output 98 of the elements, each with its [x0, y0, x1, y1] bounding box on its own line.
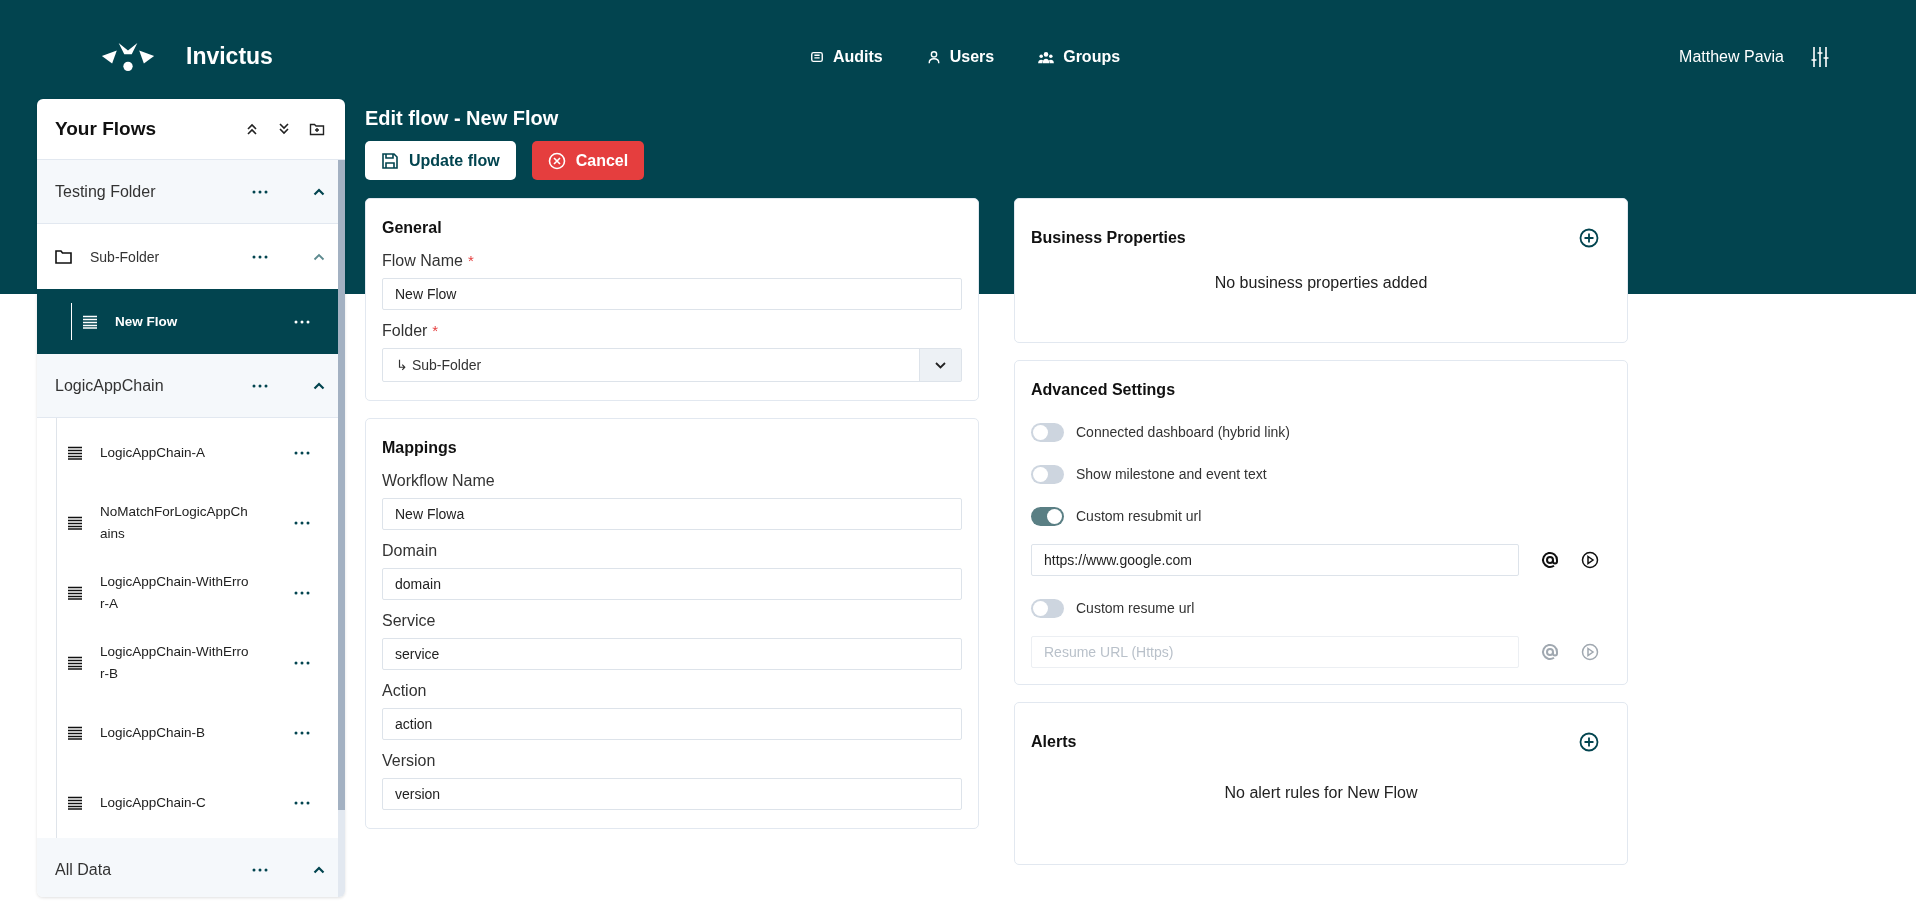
list-icon — [67, 796, 83, 810]
group-icon — [1038, 49, 1055, 64]
update-button[interactable]: Update flow — [365, 141, 516, 180]
flow-item[interactable]: LogicAppChain-A — [37, 418, 338, 488]
toggle-label: Connected dashboard (hybrid link) — [1076, 424, 1290, 440]
sidebar-title: Your Flows — [55, 118, 156, 140]
required-mark: * — [467, 252, 474, 269]
more-icon[interactable] — [294, 521, 310, 525]
list-icon — [67, 726, 83, 740]
flow-label: LogicAppChain-WithError-B — [100, 643, 250, 683]
chevron-up-icon[interactable] — [313, 187, 325, 196]
flow-label: LogicAppChain-WithError-A — [100, 573, 250, 613]
input-field[interactable]: action — [382, 708, 962, 740]
folder-row[interactable]: LogicAppChain — [37, 354, 338, 418]
more-icon[interactable] — [294, 591, 310, 595]
list-icon — [67, 586, 83, 600]
document-icon — [809, 49, 824, 64]
field-label: Action — [382, 682, 427, 700]
folder-label: All Data — [55, 860, 113, 879]
nav-link[interactable]: Groups — [1038, 47, 1121, 66]
flow-label: New Flow — [115, 312, 179, 331]
folder-row[interactable]: All Data — [37, 838, 338, 897]
collapse-all-icon[interactable] — [245, 122, 259, 136]
nav-link[interactable]: Audits — [809, 47, 883, 66]
more-icon[interactable] — [294, 451, 310, 455]
toggle-switch[interactable] — [1031, 464, 1064, 484]
at-sign-icon[interactable] — [1541, 551, 1559, 569]
flow-item[interactable]: NoMatchForLogicAppChains — [37, 488, 338, 558]
url-field[interactable]: https://www.google.com — [1031, 544, 1519, 576]
brand-name: Invictus — [186, 43, 273, 70]
flow-item[interactable]: LogicAppChain-WithError-A — [37, 558, 338, 628]
empty-message: No alert rules for New Flow — [1223, 784, 1419, 802]
more-icon[interactable] — [252, 867, 268, 872]
new-folder-icon[interactable] — [309, 122, 325, 136]
add-icon[interactable] — [1579, 732, 1599, 752]
toggle-label: Custom resume url — [1076, 600, 1195, 616]
list-icon — [67, 516, 83, 530]
more-icon[interactable] — [252, 254, 268, 259]
required-mark: * — [432, 322, 439, 339]
toggle-label: Show milestone and event text — [1076, 466, 1267, 482]
flow-item[interactable]: LogicAppChain-WithError-B — [37, 628, 338, 698]
folder-label: Sub-Folder — [90, 248, 161, 265]
empty-message: No business properties added — [1213, 274, 1429, 292]
more-icon[interactable] — [294, 801, 310, 805]
input-field[interactable]: service — [382, 638, 962, 670]
save-icon — [381, 151, 399, 170]
toggle-switch[interactable] — [1031, 422, 1064, 442]
card-title: Alerts — [1031, 732, 1077, 752]
input-field[interactable]: New Flowa — [382, 498, 962, 530]
user-icon — [926, 49, 941, 64]
add-icon[interactable] — [1579, 228, 1599, 248]
card-title: Business Properties — [1031, 228, 1186, 248]
flow-label: LogicAppChain-B — [100, 724, 207, 743]
list-icon — [67, 656, 83, 670]
close-icon — [547, 151, 566, 170]
flow-label: LogicAppChain-C — [100, 794, 207, 813]
input-field[interactable]: version — [382, 778, 962, 810]
field-label: Folder — [382, 322, 428, 340]
field-label: Workflow Name — [382, 472, 495, 490]
toggle-label: Custom resubmit url — [1076, 508, 1202, 524]
toggle-switch[interactable] — [1031, 598, 1064, 618]
toggle-switch[interactable] — [1031, 506, 1064, 526]
cancel-button[interactable]: Cancel — [531, 141, 645, 180]
field-label: Flow Name — [382, 252, 463, 270]
expand-all-icon[interactable] — [277, 122, 291, 136]
field-label: Service — [382, 612, 436, 630]
folder-row[interactable]: Testing Folder — [37, 160, 338, 224]
more-icon[interactable] — [252, 189, 268, 194]
nav-link[interactable]: Users — [926, 47, 995, 66]
list-icon — [82, 314, 98, 329]
folder-icon — [55, 249, 72, 264]
play-icon[interactable] — [1581, 551, 1599, 569]
more-icon[interactable] — [294, 661, 310, 665]
user-name[interactable]: Matthew Pavia — [1679, 47, 1784, 66]
flow-label: NoMatchForLogicAppChains — [100, 503, 249, 543]
settings-icon[interactable] — [1810, 45, 1830, 68]
chevron-up-icon[interactable] — [313, 865, 325, 874]
more-icon[interactable] — [252, 383, 268, 388]
flow-item[interactable]: New Flow — [37, 289, 338, 354]
input-field[interactable]: domain — [382, 568, 962, 600]
chevron-down-icon — [935, 361, 946, 369]
list-icon — [67, 446, 83, 460]
card-title: Mappings — [382, 438, 458, 458]
page-title: Edit flow - New Flow — [365, 106, 560, 131]
flow-label: LogicAppChain-A — [100, 444, 207, 463]
folder-row[interactable]: Sub-Folder — [37, 224, 338, 289]
input-field[interactable]: New Flow — [382, 278, 962, 310]
chevron-up-icon[interactable] — [313, 381, 325, 390]
field-label: Version — [382, 752, 436, 770]
card-title: General — [382, 218, 443, 238]
more-icon[interactable] — [294, 731, 310, 735]
folder-label: Testing Folder — [55, 182, 157, 201]
more-icon[interactable] — [294, 319, 310, 324]
field-label: Domain — [382, 542, 438, 560]
folder-label: LogicAppChain — [55, 376, 165, 395]
flow-item[interactable]: LogicAppChain-B — [37, 698, 338, 768]
select-field[interactable]: ↳ Sub-Folder — [382, 348, 962, 382]
card-title: Advanced Settings — [1031, 380, 1177, 400]
